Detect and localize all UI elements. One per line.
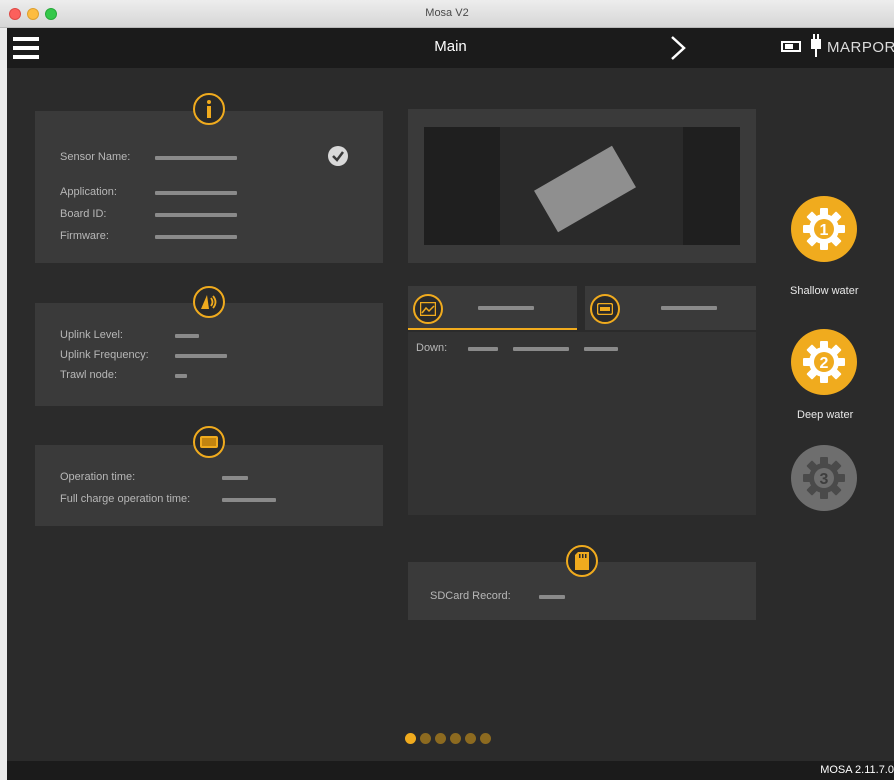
uplink-level-value	[175, 334, 199, 338]
tab-gauge[interactable]	[585, 286, 756, 330]
application-value	[155, 191, 237, 195]
sensor-name-value	[155, 156, 237, 160]
app-window: Main MARPORT Sensor Name: Application: B…	[7, 28, 894, 780]
sensor-info-panel: Sensor Name: Application: Board ID: Firm…	[35, 111, 383, 263]
firmware-value	[155, 235, 237, 239]
sdcard-record-label: SDCard Record:	[430, 590, 511, 602]
page-dot-5[interactable]	[465, 733, 476, 744]
battery-status-icon	[781, 41, 801, 52]
chart-tab-value	[478, 306, 534, 310]
uplink-frequency-value	[175, 354, 227, 358]
application-label: Application:	[60, 186, 117, 198]
active-tab-indicator	[408, 328, 577, 330]
window-title: Mosa V2	[425, 7, 469, 19]
profile-1-gear-icon[interactable]: 1	[790, 195, 858, 263]
operation-time-label: Operation time:	[60, 471, 136, 483]
sensor-name-label: Sensor Name:	[60, 151, 131, 163]
profile-2-label: Deep water	[797, 409, 854, 421]
page-dot-2[interactable]	[420, 733, 431, 744]
gauge-tab-value	[661, 306, 717, 310]
board-id-value	[155, 213, 237, 217]
board-id-label: Board ID:	[60, 208, 107, 220]
sdcard-record-value	[539, 595, 565, 599]
info-icon	[193, 93, 225, 125]
trawl-node-label: Trawl node:	[60, 369, 118, 381]
trawl-node-value	[175, 374, 187, 378]
version-label: MOSA 2.11.7.0	[820, 764, 894, 776]
sensor-view-area	[424, 127, 740, 245]
tab-chart[interactable]	[408, 286, 577, 330]
page-dot-6[interactable]	[480, 733, 491, 744]
chevron-right-icon[interactable]	[667, 34, 689, 62]
down-value-3	[584, 347, 618, 351]
page-dot-4[interactable]	[450, 733, 461, 744]
page-indicator	[405, 733, 491, 747]
plug-icon	[811, 34, 821, 57]
page-title: Main	[434, 38, 467, 55]
uplink-icon	[193, 286, 225, 318]
check-icon	[328, 146, 348, 166]
full-charge-time-value	[222, 498, 276, 502]
page-dot-3[interactable]	[435, 733, 446, 744]
profile-2-gear-icon[interactable]: 2	[790, 328, 858, 396]
page-dot-1[interactable]	[405, 733, 416, 744]
chart-icon	[413, 294, 443, 324]
down-value-2	[513, 347, 569, 351]
battery-icon	[193, 426, 225, 458]
gauge-icon	[590, 294, 620, 324]
firmware-label: Firmware:	[60, 230, 109, 242]
uplink-level-label: Uplink Level:	[60, 329, 123, 341]
profile-3-gear-icon[interactable]: 3	[790, 444, 858, 512]
down-label: Down:	[416, 342, 448, 354]
full-charge-time-label: Full charge operation time:	[60, 493, 191, 505]
top-bar: Main MARPORT	[7, 28, 894, 68]
brand-logo: MARPORT	[827, 39, 894, 56]
uplink-panel: Uplink Level: Uplink Frequency: Trawl no…	[35, 303, 383, 406]
sensor-view-panel	[408, 109, 756, 263]
status-bar: MOSA 2.11.7.0	[7, 761, 894, 780]
profile-1-number: 1	[820, 222, 829, 239]
down-value-1	[468, 347, 498, 351]
data-content-panel: Down:	[408, 332, 756, 515]
profile-2-number: 2	[820, 355, 829, 372]
sdcard-icon	[566, 545, 598, 577]
uplink-frequency-label: Uplink Frequency:	[60, 349, 149, 361]
profile-1-label: Shallow water	[790, 285, 859, 297]
profile-3-number: 3	[820, 471, 829, 488]
window-titlebar: Mosa V2	[0, 0, 894, 28]
operation-time-value	[222, 476, 248, 480]
